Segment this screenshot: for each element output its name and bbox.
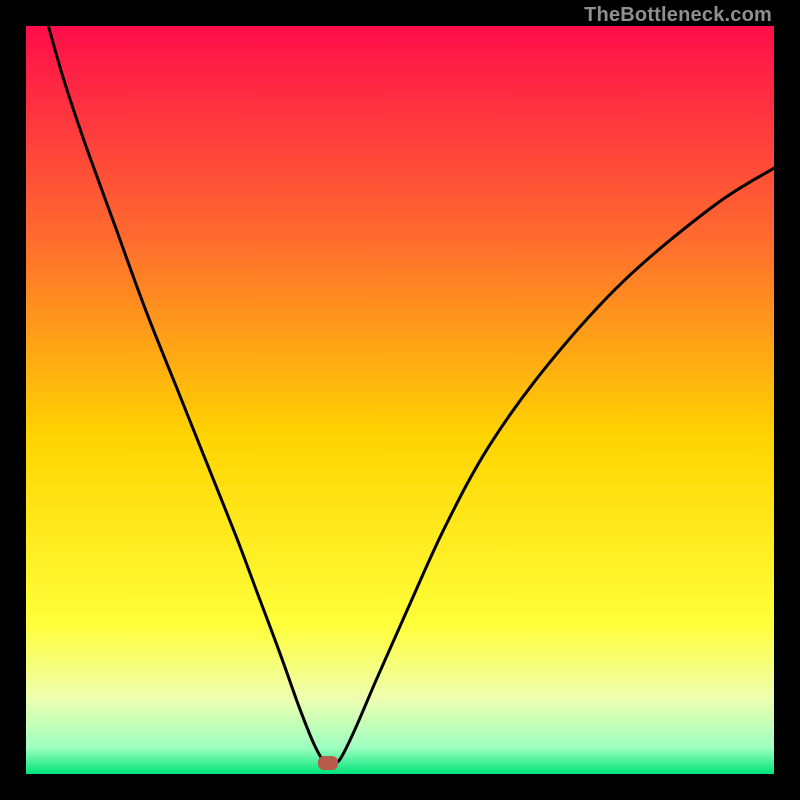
bottleneck-curve — [26, 26, 774, 774]
plot-area — [26, 26, 774, 774]
watermark-label: TheBottleneck.com — [584, 4, 772, 27]
chart-frame: TheBottleneck.com — [0, 0, 800, 800]
optimum-marker — [318, 756, 338, 770]
